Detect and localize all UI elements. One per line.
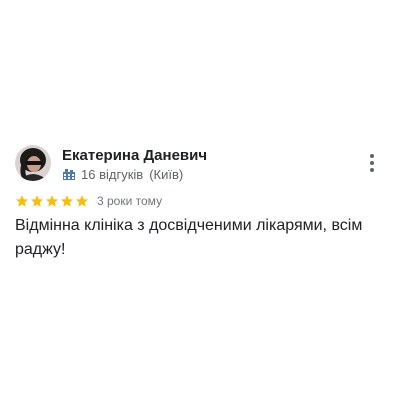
more-vertical-icon-dot xyxy=(370,168,374,172)
star-rating xyxy=(15,194,89,208)
avatar-photo xyxy=(15,145,51,181)
reviewer-avatar[interactable] xyxy=(15,145,51,181)
rating-row: 3 роки тому xyxy=(15,193,162,209)
reviewer-name[interactable]: Екатерина Даневич xyxy=(62,147,207,164)
review-time: 3 роки тому xyxy=(97,194,163,208)
star-icon xyxy=(45,195,59,207)
more-options-button[interactable] xyxy=(362,152,382,174)
reviewer-meta: 16 відгуків (Київ) xyxy=(62,166,183,182)
reviews-count[interactable]: 16 відгуків xyxy=(81,167,143,182)
review-card: Екатерина Даневич 16 відгуків (Київ) 3 р… xyxy=(0,0,400,400)
more-vertical-icon-dot xyxy=(370,161,374,165)
star-icon xyxy=(15,195,29,207)
star-icon xyxy=(60,195,74,207)
star-icon xyxy=(30,195,44,207)
more-vertical-icon xyxy=(370,154,374,158)
review-text: Відмінна клініка з досвідченими лікарями… xyxy=(15,217,363,258)
reviewer-location: (Київ) xyxy=(149,166,184,182)
local-guide-badge-icon xyxy=(63,169,75,180)
star-icon xyxy=(75,195,89,207)
